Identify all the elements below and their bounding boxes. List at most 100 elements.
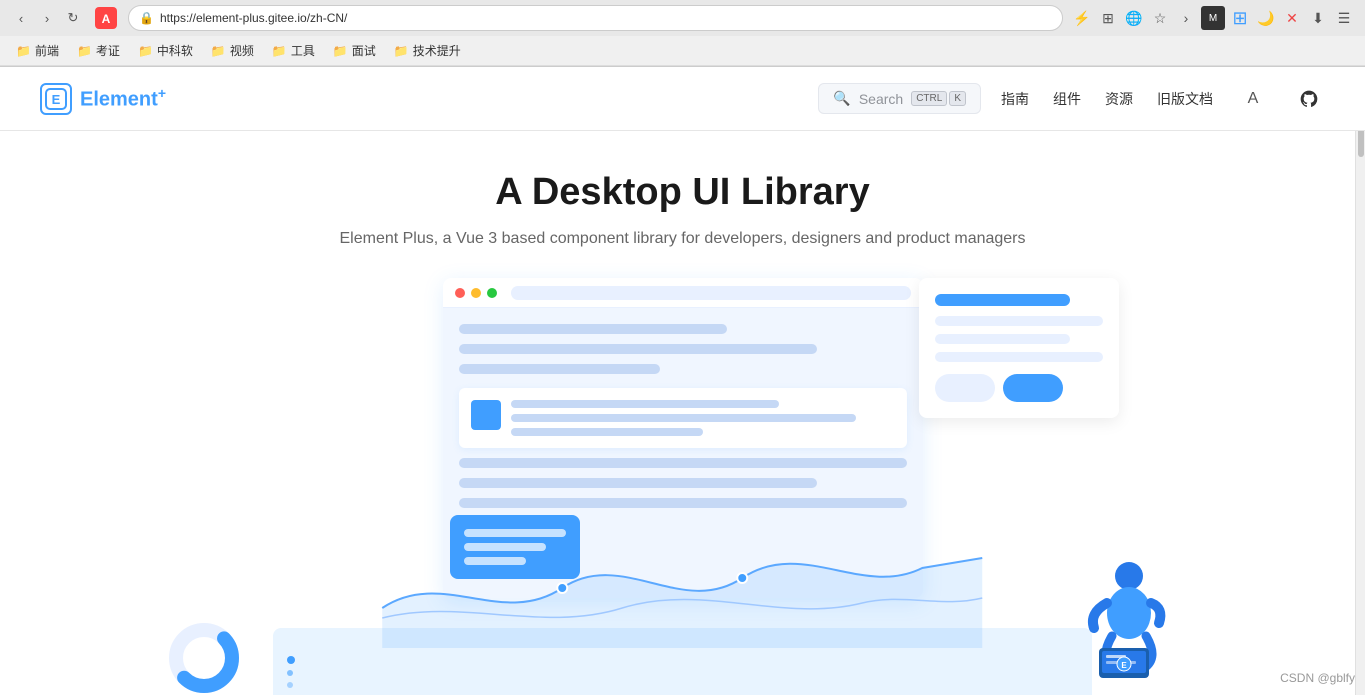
card-row-1 (935, 316, 1103, 326)
ext1-btn[interactable]: M (1201, 6, 1225, 30)
bookmark-label: 视频 (230, 42, 254, 59)
mockup-row-4 (459, 458, 907, 468)
watermark-text: CSDN @gblfy (1280, 671, 1355, 685)
traffic-dot-red (455, 288, 465, 298)
wave-chart (341, 488, 1024, 648)
logo-text: Element+ (80, 85, 166, 112)
bookmark-zhongkeru[interactable]: 📁 中科软 (132, 40, 199, 61)
card-line-3 (511, 428, 703, 436)
logo-box: E (40, 83, 72, 115)
mockup-url-bar (511, 286, 911, 300)
search-button[interactable]: 🔍 Search CTRL K (818, 83, 981, 114)
github-icon (1299, 89, 1319, 109)
svg-text:A: A (102, 12, 111, 26)
menu-btn[interactable]: ☰ (1333, 7, 1355, 29)
card-line-1 (511, 400, 780, 408)
chevron-btn[interactable]: › (1175, 7, 1197, 29)
folder-icon: 📁 (394, 44, 409, 58)
bookmark-jishu[interactable]: 📁 技术提升 (388, 40, 467, 61)
watermark: CSDN @gblfy (1280, 671, 1355, 685)
bookmark-video[interactable]: 📁 视频 (205, 40, 260, 61)
ext3-btn[interactable]: ✕ (1281, 7, 1303, 29)
nav-guide[interactable]: 指南 (1001, 89, 1029, 109)
mockup-row-1 (459, 324, 728, 334)
search-label: Search (859, 91, 903, 107)
translate-icon: A (1248, 90, 1259, 108)
mockup-card-icon (471, 400, 501, 430)
top-navbar: E Element+ 🔍 Search CTRL K 指南 组件 资源 旧版文档… (0, 67, 1365, 131)
mockup-row-2 (459, 344, 817, 354)
floating-card (919, 278, 1119, 418)
browser-titlebar: ‹ › ↻ A 🔒 https://element-plus.gitee.io/… (0, 0, 1365, 36)
ext2-btn[interactable]: ⊞ (1229, 7, 1251, 29)
translate-btn[interactable]: 🌐 (1123, 7, 1145, 29)
github-btn[interactable] (1293, 83, 1325, 115)
night-btn[interactable]: 🌙 (1255, 7, 1277, 29)
card-line-2 (511, 414, 857, 422)
bookmark-label: 前端 (35, 42, 59, 59)
favicon: A (92, 4, 120, 32)
folder-icon: 📁 (16, 44, 31, 58)
traffic-dot-yellow (471, 288, 481, 298)
bookmark-tools[interactable]: 📁 工具 (266, 40, 321, 61)
hero-title: A Desktop UI Library (20, 171, 1345, 214)
chart-area (341, 488, 1024, 648)
primary-button (1003, 374, 1063, 402)
translate-btn[interactable]: A (1237, 83, 1269, 115)
download-btn[interactable]: ⬇ (1307, 7, 1329, 29)
forward-button[interactable]: › (36, 7, 58, 29)
scrollbar[interactable] (1355, 67, 1365, 695)
bookmark-mianshi[interactable]: 📁 面试 (327, 40, 382, 61)
donut-dots (287, 656, 295, 688)
nav-resources[interactable]: 资源 (1105, 89, 1133, 109)
k-key: K (949, 91, 966, 106)
ctrl-key: CTRL (911, 91, 947, 106)
lock-icon: 🔒 (139, 11, 154, 25)
bookmark-label: 面试 (352, 42, 376, 59)
nav-old-docs[interactable]: 旧版文档 (1157, 89, 1213, 109)
folder-icon: 📁 (211, 44, 226, 58)
mockup-card (459, 388, 907, 448)
nav-links: 指南 组件 资源 旧版文档 A (1001, 83, 1325, 115)
url-text: https://element-plus.gitee.io/zh-CN/ (160, 11, 347, 25)
card-row-3 (935, 352, 1103, 362)
star-btn[interactable]: ☆ (1149, 7, 1171, 29)
illustration-area: E (0, 278, 1365, 695)
bookmark-label: 工具 (291, 42, 315, 59)
browser-chrome: ‹ › ↻ A 🔒 https://element-plus.gitee.io/… (0, 0, 1365, 67)
nav-components[interactable]: 组件 (1053, 89, 1081, 109)
person-figure: E (1074, 558, 1174, 688)
url-bar[interactable]: 🔒 https://element-plus.gitee.io/zh-CN/ (128, 5, 1063, 31)
mockup-row-3 (459, 364, 661, 374)
folder-icon: 📁 (77, 44, 92, 58)
folder-icon: 📁 (333, 44, 348, 58)
search-shortcut: CTRL K (911, 91, 966, 106)
bookmark-kaozhen[interactable]: 📁 考证 (71, 40, 126, 61)
hero-section: A Desktop UI Library Element Plus, a Vue… (0, 131, 1365, 248)
browser-nav-buttons: ‹ › ↻ (10, 7, 84, 29)
mockup-row-5 (459, 478, 817, 488)
svg-text:E: E (1121, 661, 1127, 670)
floating-card-buttons (935, 374, 1103, 402)
svg-text:E: E (52, 92, 61, 107)
mockup-card-lines (511, 400, 895, 436)
hero-subtitle: Element Plus, a Vue 3 based component li… (20, 230, 1345, 248)
page-wrapper: E Element+ 🔍 Search CTRL K 指南 组件 资源 旧版文档… (0, 67, 1365, 695)
refresh-button[interactable]: ↻ (62, 7, 84, 29)
bookmark-qianduan[interactable]: 📁 前端 (10, 40, 65, 61)
floating-card-rows (935, 316, 1103, 362)
back-button[interactable]: ‹ (10, 7, 32, 29)
card-row-2 (935, 334, 1069, 344)
donut-svg (164, 618, 244, 695)
logo-area[interactable]: E Element+ (40, 83, 166, 115)
apps-btn[interactable]: ⊞ (1097, 7, 1119, 29)
bookmark-label: 中科软 (157, 42, 193, 59)
dot-1 (287, 656, 295, 664)
person-svg: E (1074, 558, 1174, 688)
browser-action-buttons: ⚡ ⊞ 🌐 ☆ › M ⊞ 🌙 ✕ ⬇ ☰ (1071, 6, 1355, 30)
dot-2 (287, 670, 293, 676)
lightning-btn[interactable]: ⚡ (1071, 7, 1093, 29)
bookmark-label: 技术提升 (413, 42, 461, 59)
ghost-button (935, 374, 995, 402)
search-icon: 🔍 (833, 90, 850, 107)
